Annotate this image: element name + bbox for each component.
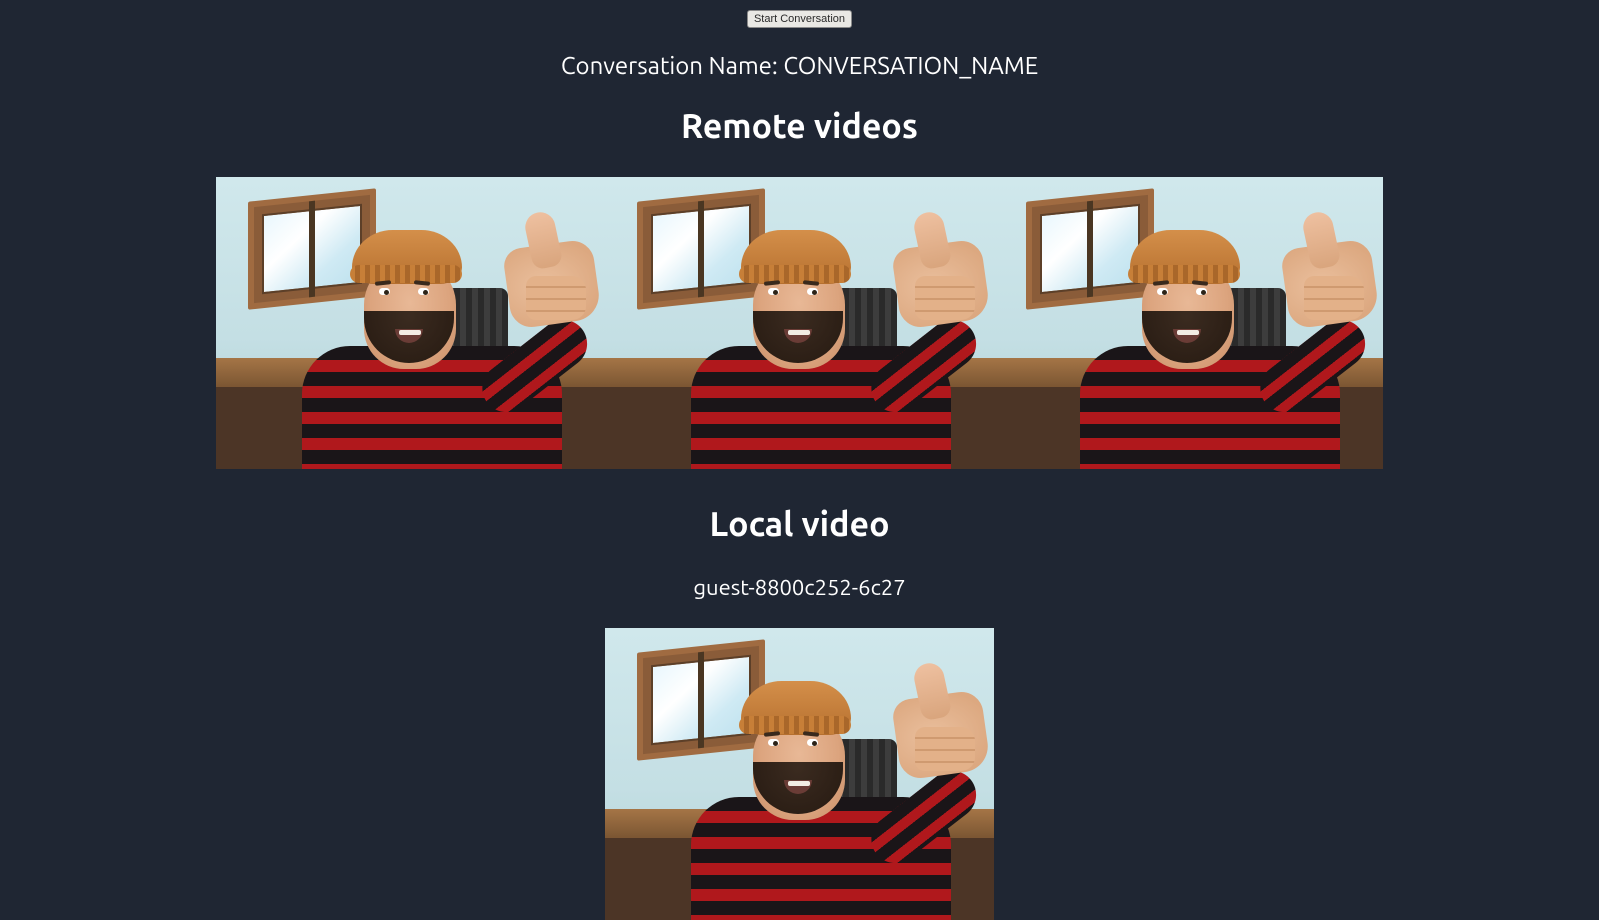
video-placeholder-scene (605, 628, 994, 920)
remote-video-tile[interactable] (216, 177, 605, 469)
start-conversation-button[interactable]: Start Conversation (747, 10, 852, 28)
video-placeholder-scene (216, 177, 605, 469)
remote-videos-heading: Remote videos (681, 107, 918, 145)
local-user-id-label: guest-8800c252-6c27 (693, 575, 905, 600)
local-video-heading: Local video (709, 505, 889, 543)
conversation-name-label: Conversation Name: CONVERSATION_NAME (561, 52, 1038, 79)
local-video-tile[interactable] (605, 628, 994, 920)
video-placeholder-scene (994, 177, 1383, 469)
remote-videos-row (216, 177, 1383, 469)
remote-video-tile[interactable] (994, 177, 1383, 469)
local-video-section: guest-8800c252-6c27 (605, 575, 994, 920)
video-placeholder-scene (605, 177, 994, 469)
remote-video-tile[interactable] (605, 177, 994, 469)
